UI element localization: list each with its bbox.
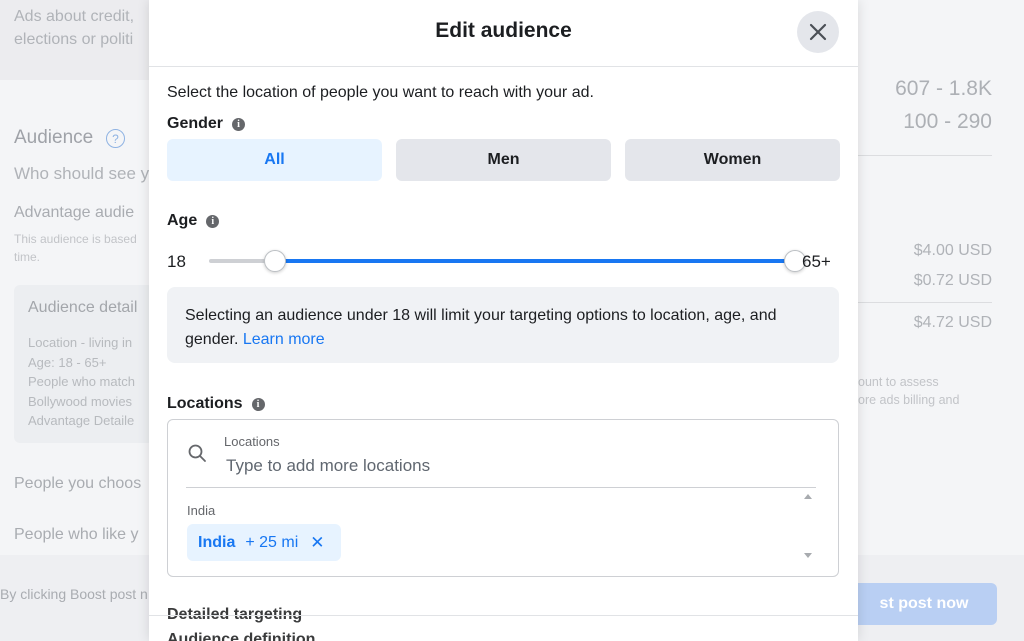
modal-header: Edit audience — [149, 0, 858, 67]
edit-audience-modal: Edit audience Select the location of peo… — [149, 0, 858, 641]
age-notice: Selecting an audience under 18 will limi… — [167, 287, 839, 363]
bg-political-ads-box: Ads about credit, elections or politi — [0, 0, 150, 80]
scroll-up-icon[interactable] — [804, 494, 812, 499]
intro-text: Select the location of people you want t… — [167, 84, 594, 101]
info-icon[interactable]: i — [251, 397, 265, 411]
age-max-label: 65+ — [802, 252, 831, 271]
bg-advantage-desc: This audience is based time. — [14, 232, 137, 264]
close-button[interactable] — [797, 11, 839, 53]
audience-definition-label: Audience definition — [167, 631, 316, 641]
gender-option-all[interactable]: All — [167, 139, 382, 181]
bg-footer-text: By clicking Boost post n — [0, 586, 148, 602]
age-range-slider[interactable] — [209, 248, 806, 274]
locations-divider — [186, 487, 816, 488]
learn-more-link[interactable]: Learn more — [243, 331, 325, 348]
modal-title: Edit audience — [435, 19, 572, 42]
gender-selector: All Men Women — [167, 139, 840, 181]
location-chip-radius[interactable]: + 25 mi — [245, 534, 298, 552]
age-label: Age — [167, 212, 198, 229]
bg-audience-details-list: Location - living in Age: 18 - 65+ Peopl… — [28, 335, 135, 428]
bg-audience-details-title: Audience detail — [28, 299, 138, 316]
bg-reach-range-1: 607 - 1.8K — [895, 77, 992, 100]
locations-label: Locations — [167, 395, 243, 412]
locations-box: Locations India India + 25 mi ✕ — [167, 419, 839, 577]
age-label-row: Age i — [167, 212, 220, 230]
boost-post-button-label: st post now — [879, 595, 969, 612]
gender-label: Gender — [167, 115, 224, 132]
bg-price-total: $4.72 USD — [913, 314, 992, 331]
remove-location-button[interactable]: ✕ — [310, 534, 324, 551]
scroll-down-icon[interactable] — [804, 553, 812, 558]
gender-option-women[interactable]: Women — [625, 139, 840, 181]
location-chip-name: India — [198, 533, 236, 551]
bg-advantage-audience: Advantage audie — [14, 204, 135, 221]
info-icon[interactable]: i — [232, 117, 246, 131]
bg-divider — [858, 302, 992, 303]
age-min-label: 18 — [167, 252, 186, 271]
close-icon — [809, 23, 827, 41]
search-icon — [187, 443, 207, 463]
age-min-handle[interactable] — [264, 250, 286, 272]
locations-scrollbar[interactable] — [800, 488, 818, 564]
bg-billing-note: ount to assess ore ads billing and — [858, 375, 960, 407]
bg-people-who-like: People who like y — [14, 526, 139, 543]
location-chip[interactable]: India + 25 mi ✕ — [187, 524, 341, 561]
help-icon: ? — [106, 129, 125, 148]
bg-political-ads-text: Ads about credit, elections or politi — [14, 8, 135, 48]
slider-fill — [275, 259, 795, 263]
gender-label-row: Gender i — [167, 115, 246, 133]
bg-reach-range-2: 100 - 290 — [903, 110, 992, 133]
info-icon[interactable]: i — [206, 214, 220, 228]
bg-people-you-choose: People you choos — [14, 475, 142, 492]
bg-price-2: $0.72 USD — [913, 272, 992, 289]
bg-who-should-see: Who should see y — [14, 164, 150, 183]
locations-search-label: Locations — [224, 434, 280, 449]
gender-option-men[interactable]: Men — [396, 139, 611, 181]
location-country-label: India — [187, 503, 216, 518]
bg-divider — [858, 155, 992, 156]
locations-label-row: Locations i — [167, 395, 265, 413]
bg-price-1: $4.00 USD — [913, 242, 992, 259]
section-divider — [149, 615, 858, 616]
boost-post-button[interactable]: st post now — [845, 583, 997, 625]
locations-search-input[interactable] — [224, 454, 814, 478]
bg-audience-title: Audience — [14, 127, 94, 148]
